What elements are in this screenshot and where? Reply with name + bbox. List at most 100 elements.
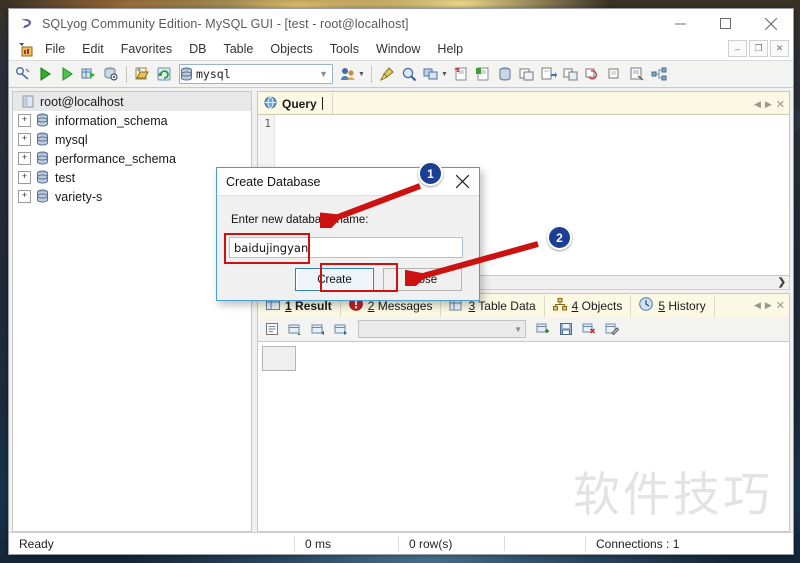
menu-tools[interactable]: Tools [322,41,367,57]
grid-first-icon[interactable] [285,319,305,339]
close-dialog-button[interactable]: Close [383,268,462,291]
database-name-input[interactable]: baidujingyan [229,237,463,258]
menu-objects[interactable]: Objects [262,41,320,57]
save-row-icon[interactable] [556,319,576,339]
sync-icon[interactable] [583,64,603,84]
backup-icon[interactable] [539,64,559,84]
result-tab-close-icon[interactable]: ✕ [776,299,785,312]
status-time: 0 ms [305,536,332,551]
database-icon [36,189,50,204]
scroll-right-icon[interactable]: ❯ [778,277,786,288]
tree-item-label: variety-s [55,189,103,204]
grid-header-cell[interactable] [262,346,296,371]
migration-icon[interactable] [605,64,625,84]
close-button[interactable] [748,9,793,38]
maximize-button[interactable] [703,9,748,38]
tab-objects[interactable]: 4 Objects [545,294,632,317]
expander-icon[interactable]: + [18,152,31,165]
mdi-restore-button[interactable]: ❐ [749,40,768,57]
relation-icon[interactable] [649,64,669,84]
schema-designer-icon[interactable] [421,64,441,84]
notes-icon[interactable] [627,64,647,84]
database-icon [36,151,50,166]
restore-icon[interactable] [561,64,581,84]
schema-chevron-icon[interactable]: ▼ [441,71,448,78]
add-row-icon[interactable] [533,319,553,339]
menu-favorites[interactable]: Favorites [113,41,180,57]
chevron-down-icon[interactable]: ▼ [319,69,328,79]
toolbar-separator-2 [370,65,372,83]
dialog-body: Enter new database name: baidujingyan Cr… [217,196,479,301]
annotation-badge-2: 2 [547,225,572,250]
tab-text-caret [321,97,323,110]
database-combo-value: mysql [196,67,231,81]
tab-query-label: Query [282,96,317,111]
main-toolbar: mysql ▼ ▼ ▼ [9,60,793,88]
host-icon [21,94,35,109]
form-view-icon[interactable] [262,319,282,339]
edit-blob-icon[interactable] [602,319,622,339]
chevron-down-icon[interactable]: ▼ [514,325,522,334]
menu-table[interactable]: Table [215,41,261,57]
database-combo[interactable]: mysql ▼ [179,64,333,84]
expander-icon[interactable]: + [18,114,31,127]
user-manager-chevron-icon[interactable]: ▼ [358,71,365,78]
tree-item-performance_schema[interactable]: + performance_schema [13,149,251,168]
menu-edit[interactable]: Edit [74,41,112,57]
minimize-button[interactable] [658,9,703,38]
mdi-close-button[interactable]: ✕ [770,40,789,57]
menu-file[interactable]: File [37,41,73,57]
stop-query-icon[interactable] [101,64,121,84]
import-data-icon[interactable] [451,64,471,84]
create-button[interactable]: Create [295,268,374,291]
database-icon [36,170,50,185]
expander-icon[interactable]: + [18,133,31,146]
tab-next-icon[interactable]: ▶ [765,99,772,110]
tab-navigation: ◀ ▶ ✕ [754,98,785,111]
execute-query-table-icon[interactable] [79,64,99,84]
grid-prev-icon[interactable] [308,319,328,339]
new-connection-icon[interactable] [13,64,33,84]
clean-icon[interactable] [377,64,397,84]
object-browser[interactable]: root@localhost + information_schema + my… [12,91,252,532]
expander-icon[interactable]: + [18,190,31,203]
result-grid[interactable]: 软件技巧 [257,342,790,532]
tab-prev-icon[interactable]: ◀ [754,99,761,110]
query-pane: Query ◀ ▶ ✕ 1 ❯ 1 Result 2 Messages 3 Ta… [257,91,790,532]
status-text: Ready [19,536,54,551]
expander-icon[interactable]: + [18,171,31,184]
menu-help[interactable]: Help [429,41,471,57]
menu-bar: File Edit Favorites DB Table Objects Too… [9,38,793,60]
grid-next-icon[interactable] [331,319,351,339]
result-toolbar: ▼ [257,317,790,342]
tab-query[interactable]: Query [258,93,333,114]
toolbar-separator [126,65,127,83]
menu-window[interactable]: Window [368,41,428,57]
duplicate-table-icon[interactable] [517,64,537,84]
export-data-icon[interactable] [473,64,493,84]
tree-item-label: information_schema [55,113,168,128]
delete-row-icon[interactable] [579,319,599,339]
execute-all-icon[interactable] [57,64,77,84]
mdi-minimize-button[interactable]: – [728,40,747,57]
dialog-title: Create Database [226,174,321,189]
mdi-app-icon [16,40,36,58]
editor-line-number: 1 [264,117,271,130]
result-tab-next-icon[interactable]: ▶ [765,300,772,311]
execute-query-icon[interactable] [35,64,55,84]
result-tab-prev-icon[interactable]: ◀ [754,300,761,311]
dialog-close-button[interactable] [445,168,479,194]
tab-close-icon[interactable]: ✕ [776,98,785,111]
tree-item-root[interactable]: root@localhost [13,92,251,111]
open-file-icon[interactable] [132,64,152,84]
refresh-icon[interactable] [154,64,174,84]
tab-history[interactable]: 5 History [631,294,715,317]
copy-database-icon[interactable] [495,64,515,84]
find-icon[interactable] [399,64,419,84]
tree-item-mysql[interactable]: + mysql [13,130,251,149]
user-manager-icon[interactable] [338,64,358,84]
menu-db[interactable]: DB [181,41,214,57]
result-filter-combo[interactable]: ▼ [358,320,526,338]
tree-item-label: test [55,170,76,185]
tree-item-information_schema[interactable]: + information_schema [13,111,251,130]
